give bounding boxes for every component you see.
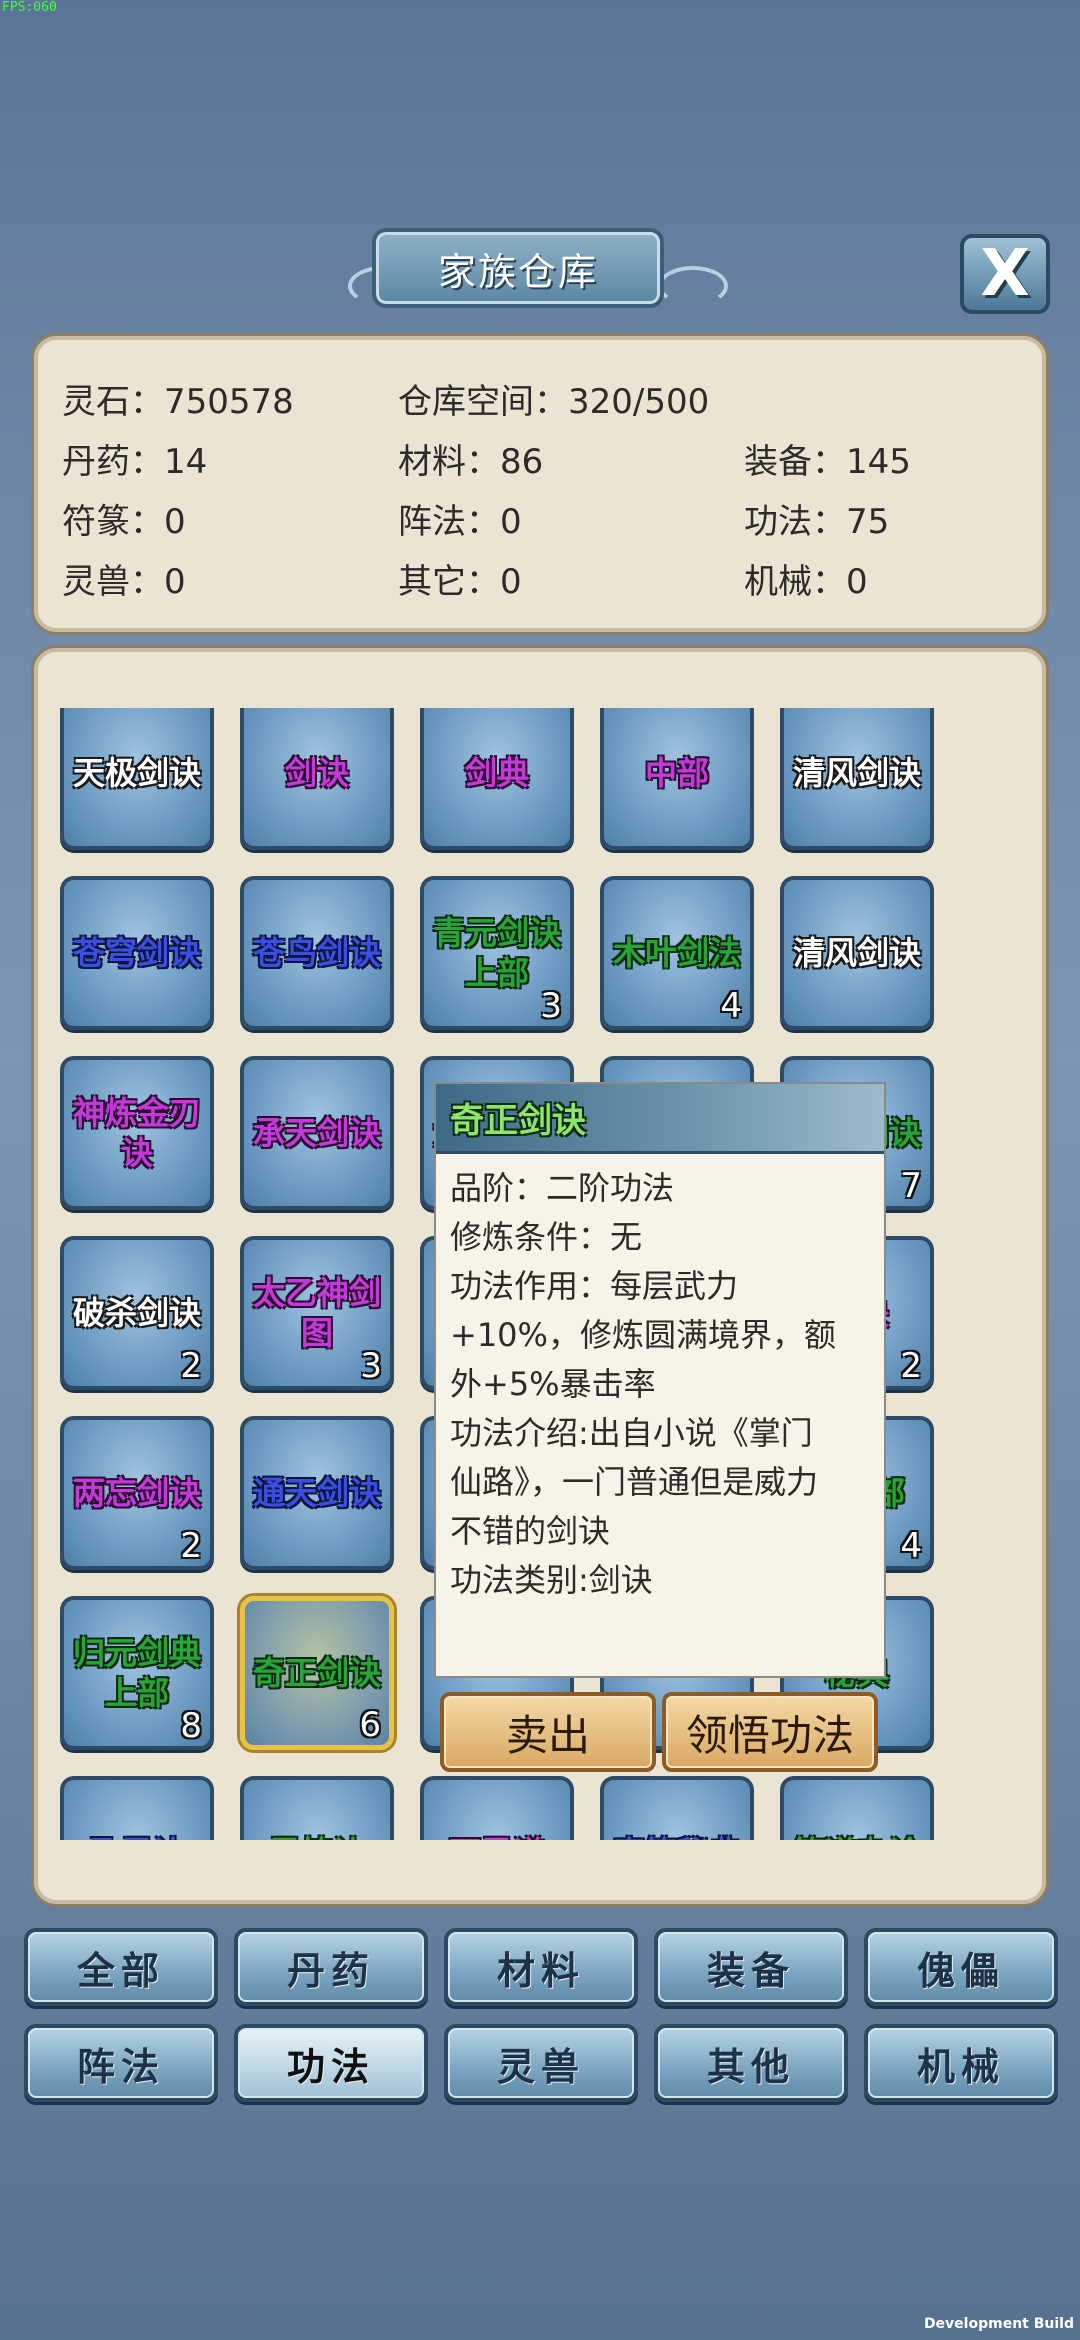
close-button[interactable]: X (960, 234, 1050, 314)
equipment-count: 装备：145 (744, 442, 911, 482)
item-name: 青元剑诀上部 (432, 914, 561, 992)
item-name: 苍穹剑诀 (72, 934, 201, 972)
item-tile[interactable]: 真符秘典 (600, 1776, 754, 1840)
warehouse-capacity: 仓库空间：320/500 (398, 382, 710, 422)
item-tile[interactable]: 归元剑典上部 8 (60, 1596, 214, 1750)
tooltip-title: 奇正剑诀 (450, 1101, 586, 1141)
others-count: 其它：0 (398, 562, 522, 602)
item-count: 4 (900, 1526, 922, 1566)
cloud-ornament-right (658, 266, 728, 306)
formations-count: 阵法：0 (398, 502, 522, 542)
item-tile[interactable]: 中部 (600, 708, 754, 850)
dev-build-label: Development Build (923, 2316, 1074, 2332)
tooltip-line: 品阶：二阶功法 (450, 1169, 675, 1207)
spirit-stone-count: 灵石：750578 (62, 382, 294, 422)
tooltip-body: 品阶：二阶功法 修炼条件：无 功法作用：每层武力 +10%，修炼圆满境界，额 外… (436, 1154, 884, 1615)
tooltip-line: 功法介绍:出自小说《掌门 (450, 1414, 813, 1452)
item-name: 剑诀 (284, 754, 349, 792)
item-tile[interactable]: 神炼金刃诀 (60, 1056, 214, 1210)
category-others[interactable]: 其他 (654, 2024, 848, 2102)
item-tile[interactable]: 木叶剑法 4 (600, 876, 754, 1030)
item-name: 万灵谱 (445, 1833, 549, 1840)
category-machinery[interactable]: 机械 (864, 2024, 1058, 2102)
item-tile[interactable]: 通天剑诀 (240, 1416, 394, 1570)
tooltip-line: 修炼条件：无 (450, 1218, 643, 1256)
item-tile[interactable]: 清风剑诀 (780, 708, 934, 850)
item-tile[interactable]: 承天剑诀 (240, 1056, 394, 1210)
item-tile[interactable]: 符道杂论 (780, 1776, 934, 1840)
item-tile[interactable]: 青元剑诀上部 3 (420, 876, 574, 1030)
item-name: 木叶剑法 (612, 934, 741, 972)
beasts-count: 灵兽：0 (62, 562, 186, 602)
item-tile[interactable]: 两忘剑诀 2 (60, 1416, 214, 1570)
category-pills[interactable]: 丹药 (234, 1928, 428, 2006)
machinery-count: 机械：0 (744, 562, 868, 602)
fps-counter: FPS:060 (2, 0, 57, 15)
tooltip-line: +10%，修炼圆满境界，额 (450, 1316, 836, 1354)
item-count: 3 (540, 986, 562, 1026)
item-name: 清风剑诀 (792, 934, 921, 972)
item-name: 剑典 (464, 754, 529, 792)
pills-count: 丹药：14 (62, 442, 208, 482)
sell-button[interactable]: 卖出 (440, 1692, 656, 1772)
item-tile[interactable]: 苍鸟剑诀 (240, 876, 394, 1030)
item-name: 太乙神剑图 (252, 1274, 381, 1352)
category-all[interactable]: 全部 (24, 1928, 218, 2006)
category-beasts[interactable]: 灵兽 (444, 2024, 638, 2102)
item-tile[interactable]: 天极剑诀 (60, 708, 214, 850)
tooltip-header: 奇正剑诀 (436, 1084, 884, 1154)
item-name: 承天剑诀 (252, 1114, 381, 1152)
item-tile[interactable]: 剑典 (420, 708, 574, 850)
item-name: 破杀剑诀 (72, 1294, 201, 1332)
item-count: 8 (180, 1706, 202, 1746)
category-techniques[interactable]: 功法 (234, 2024, 428, 2102)
category-materials[interactable]: 材料 (444, 1928, 638, 2006)
page-title: 家族仓库 (437, 249, 598, 294)
category-puppets[interactable]: 傀儡 (864, 1928, 1058, 2006)
item-tile[interactable]: 剑诀 (240, 708, 394, 850)
item-name: 天极剑诀 (72, 754, 201, 792)
category-formations[interactable]: 阵法 (24, 2024, 218, 2102)
item-tile[interactable]: 太乙神剑图 3 (240, 1236, 394, 1390)
item-count: 4 (720, 986, 742, 1026)
category-equipment[interactable]: 装备 (654, 1928, 848, 2006)
item-count: 3 (360, 1346, 382, 1386)
item-count: 2 (180, 1346, 202, 1386)
item-tile[interactable]: 苍穹剑诀 (60, 876, 214, 1030)
item-name: 神炼金刃诀 (72, 1094, 201, 1172)
item-count: 2 (900, 1346, 922, 1386)
tooltip-line: 外+5%暴击率 (450, 1365, 656, 1403)
tooltip-line: 功法作用：每层武力 (450, 1267, 739, 1305)
materials-count: 材料：86 (398, 442, 544, 482)
item-tile[interactable]: 灵植诀 (240, 1776, 394, 1840)
learn-technique-button[interactable]: 领悟功法 (662, 1692, 878, 1772)
item-tile[interactable]: 破杀剑诀 2 (60, 1236, 214, 1390)
item-count: 7 (900, 1166, 922, 1206)
item-name: 灵植诀 (265, 1833, 369, 1840)
item-name: 两忘剑诀 (72, 1474, 201, 1512)
tooltip-line: 功法类别:剑诀 (450, 1561, 653, 1599)
item-name: 归元剑典上部 (72, 1634, 201, 1712)
item-name: 奇正剑诀 (252, 1654, 381, 1692)
tooltip-line: 不错的剑诀 (450, 1512, 611, 1550)
item-name: 通天剑诀 (252, 1474, 381, 1512)
item-count: 2 (180, 1526, 202, 1566)
talismans-count: 符篆：0 (62, 502, 186, 542)
item-name: 中部 (644, 754, 709, 792)
item-name: 苍鸟剑诀 (252, 934, 381, 972)
item-tile[interactable]: 奇正剑诀 6 (240, 1596, 394, 1750)
item-tile[interactable]: 孕灵诀 (60, 1776, 214, 1840)
item-tile[interactable]: 清风剑诀 (780, 876, 934, 1030)
item-name: 真符秘典 (609, 1833, 745, 1840)
item-tile[interactable]: 万灵谱 (420, 1776, 574, 1840)
item-tooltip: 奇正剑诀 品阶：二阶功法 修炼条件：无 功法作用：每层武力 +10%，修炼圆满境… (434, 1082, 886, 1678)
item-count: 6 (359, 1705, 381, 1745)
item-name: 清风剑诀 (792, 754, 921, 792)
item-name: 符道杂论 (789, 1833, 925, 1840)
item-name: 孕灵诀 (85, 1833, 189, 1840)
tooltip-line: 仙路》，一门普通但是威力 (450, 1463, 819, 1501)
title-plate: 家族仓库 (372, 228, 664, 308)
techniques-count: 功法：75 (744, 502, 890, 542)
